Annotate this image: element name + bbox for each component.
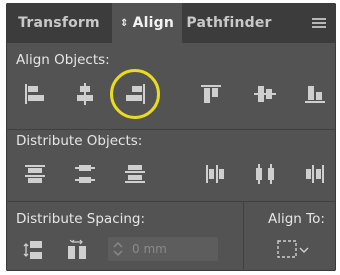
vertical-distribute-bottom-icon[interactable]	[122, 161, 148, 187]
tab-align-label: Align	[132, 15, 174, 31]
align-panel: Transform ⇕ Align Pathfinder Align Object…	[6, 3, 336, 271]
vertical-align-bottom-icon[interactable]	[302, 81, 328, 107]
hamburger-menu-icon[interactable]	[312, 18, 326, 29]
horizontal-align-left-icon[interactable]	[22, 81, 48, 107]
tab-pathfinder[interactable]: Pathfinder	[182, 3, 276, 43]
align-to-selection-icon[interactable]	[276, 239, 312, 261]
vertical-align-top-icon[interactable]	[198, 81, 224, 107]
horizontal-distribute-space-icon[interactable]	[64, 237, 90, 263]
horizontal-distribute-right-icon[interactable]	[302, 161, 328, 187]
section-divider	[6, 201, 336, 202]
vertical-distribute-space-icon[interactable]	[20, 237, 46, 263]
tab-transform[interactable]: Transform	[6, 3, 112, 43]
distribute-objects-label: Distribute Objects:	[16, 133, 143, 149]
section-divider	[6, 129, 336, 130]
distribute-spacing-label: Distribute Spacing:	[16, 211, 146, 227]
align-objects-label: Align Objects:	[16, 52, 110, 68]
vertical-distribute-top-icon[interactable]	[22, 161, 48, 187]
tab-expand-icon: ⇕	[119, 18, 129, 29]
horizontal-align-center-icon[interactable]	[72, 81, 98, 107]
spacing-input[interactable]: 0 mm	[108, 237, 218, 261]
tab-transform-label: Transform	[18, 15, 100, 31]
horizontal-distribute-left-icon[interactable]	[202, 161, 228, 187]
tab-align[interactable]: ⇕ Align	[112, 3, 182, 43]
tab-pathfinder-label: Pathfinder	[186, 15, 272, 31]
spinner-arrows-icon[interactable]	[112, 241, 124, 257]
spacing-value: 0 mm	[132, 242, 167, 256]
align-to-label: Align To:	[268, 211, 325, 227]
vertical-align-center-icon[interactable]	[252, 81, 278, 107]
panel-tab-bar: Transform ⇕ Align Pathfinder	[6, 3, 336, 43]
horizontal-distribute-center-icon[interactable]	[252, 161, 278, 187]
vertical-distribute-center-icon[interactable]	[72, 161, 98, 187]
column-divider	[243, 201, 244, 271]
highlight-ring	[110, 69, 160, 119]
